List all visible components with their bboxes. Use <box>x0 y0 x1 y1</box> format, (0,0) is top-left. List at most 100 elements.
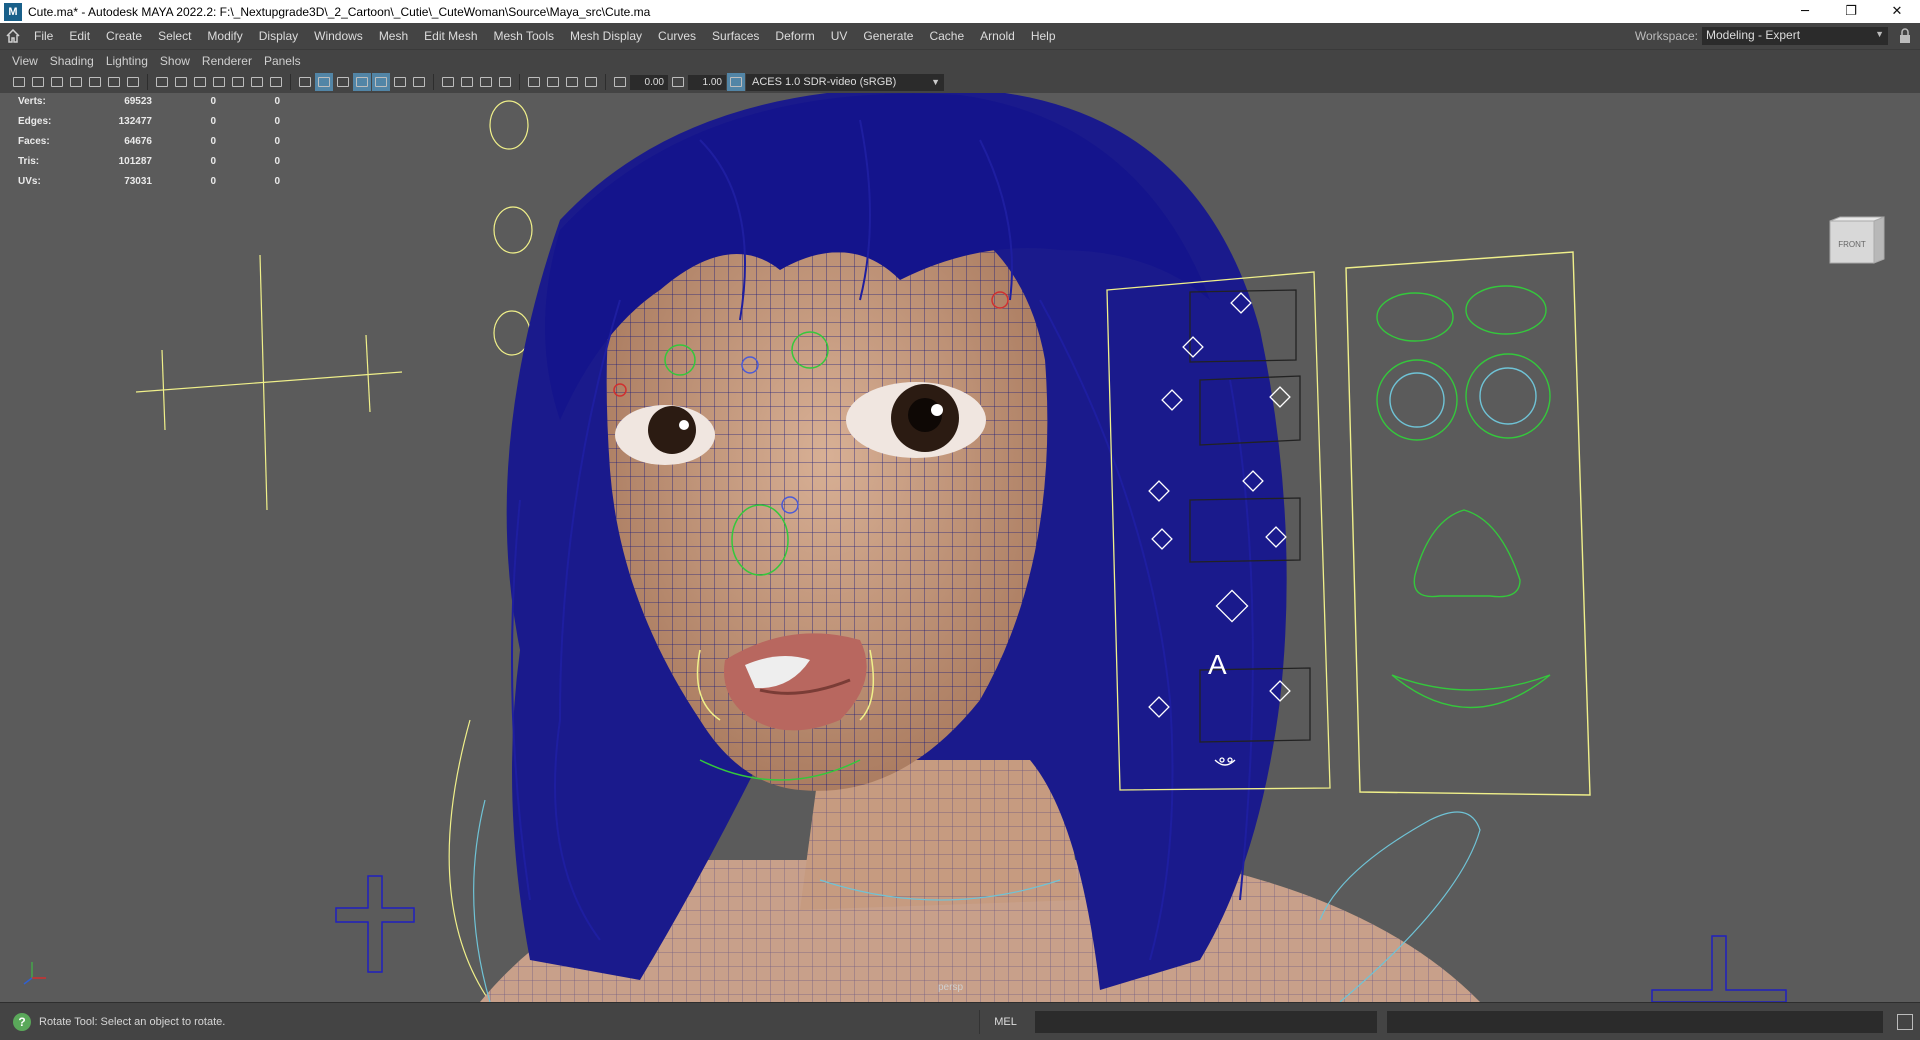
panel-menu-lighting[interactable]: Lighting <box>100 51 154 71</box>
anti-aliasing-icon[interactable] <box>477 73 495 91</box>
camera-name-label: persp <box>938 982 964 993</box>
script-editor-icon[interactable] <box>1897 1013 1913 1030</box>
viewport-scene: A <box>23 93 1787 1002</box>
help-icon: ? <box>13 1012 31 1031</box>
window-controls: ─ ❐ ✕ <box>1782 0 1920 23</box>
perspective-viewport[interactable]: A FRONT <box>0 93 1920 1002</box>
film-gate-icon[interactable] <box>172 73 190 91</box>
menu-surfaces[interactable]: Surfaces <box>704 23 767 50</box>
smooth-shade-icon[interactable] <box>315 73 333 91</box>
2d-pan-zoom-icon[interactable] <box>124 73 142 91</box>
command-line-bar: ? Rotate Tool: Select an object to rotat… <box>0 1002 1920 1040</box>
gate-mask-icon[interactable] <box>210 73 228 91</box>
menu-generate[interactable]: Generate <box>855 23 921 50</box>
menu-modify[interactable]: Modify <box>199 23 250 50</box>
textured-icon[interactable] <box>372 73 390 91</box>
image-plane-icon[interactable] <box>86 73 104 91</box>
menu-display[interactable]: Display <box>251 23 306 50</box>
mel-command-input[interactable] <box>1035 1010 1377 1033</box>
chevron-down-icon: ▼ <box>1875 29 1884 39</box>
gamma-field[interactable]: 1.00 <box>688 74 726 90</box>
lock-camera-icon[interactable] <box>29 73 47 91</box>
viewcube[interactable]: FRONT <box>1828 215 1886 265</box>
hud-row-edges: Edges: 132477 0 0 <box>18 116 280 127</box>
hud-row-faces: Faces: 64676 0 0 <box>18 136 280 147</box>
select-camera-icon[interactable] <box>10 73 28 91</box>
menu-create[interactable]: Create <box>98 23 150 50</box>
maya-logo-icon: M <box>4 2 22 21</box>
view-transform-dropdown[interactable]: ACES 1.0 SDR-video (sRGB) ▼ <box>746 73 944 91</box>
menu-mesh[interactable]: Mesh <box>371 23 416 50</box>
ambient-occlusion-icon[interactable] <box>439 73 457 91</box>
panel-menu-view[interactable]: View <box>6 51 44 71</box>
isolate-select-icon[interactable] <box>525 73 543 91</box>
workspace-label: Workspace: <box>1634 29 1698 43</box>
color-management-icon[interactable] <box>727 73 745 91</box>
grease-pencil-icon[interactable] <box>105 73 123 91</box>
maximize-button[interactable]: ❐ <box>1828 0 1874 23</box>
wireframe-on-shaded-icon[interactable] <box>353 73 371 91</box>
menu-help[interactable]: Help <box>1023 23 1064 50</box>
cross-control-left <box>335 875 415 973</box>
hud-row-tris: Tris: 101287 0 0 <box>18 156 280 167</box>
workspace-value: Modeling - Expert <box>1706 28 1801 42</box>
xray-active-icon[interactable] <box>563 73 581 91</box>
shadows-icon[interactable] <box>410 73 428 91</box>
cross-control-right <box>1651 935 1787 1002</box>
help-line-text: Rotate Tool: Select an object to rotate. <box>39 1015 226 1028</box>
control-curves-left <box>135 100 533 1002</box>
default-material-icon[interactable] <box>334 73 352 91</box>
hud-row-uvs: UVs: 73031 0 0 <box>18 176 280 187</box>
camera-attributes-icon[interactable] <box>48 73 66 91</box>
menu-edit-mesh[interactable]: Edit Mesh <box>416 23 485 50</box>
panel-menu-panels[interactable]: Panels <box>258 51 307 71</box>
panel-menubar: View Shading Lighting Show Renderer Pane… <box>0 51 1920 71</box>
grid-icon[interactable] <box>153 73 171 91</box>
main-menubar: File Edit Create Select Modify Display W… <box>0 23 1920 50</box>
field-chart-icon[interactable] <box>229 73 247 91</box>
script-language-toggle[interactable]: MEL <box>979 1009 1031 1034</box>
workspace-selector: Workspace: Modeling - Expert ▼ <box>1635 27 1920 45</box>
bookmarks-icon[interactable] <box>67 73 85 91</box>
menu-curves[interactable]: Curves <box>650 23 704 50</box>
xray-joints-icon[interactable] <box>582 73 600 91</box>
hud-row-verts: Verts: 69523 0 0 <box>18 96 280 107</box>
exposure-icon[interactable] <box>611 73 629 91</box>
chevron-down-icon: ▼ <box>931 76 940 87</box>
minimize-button[interactable]: ─ <box>1782 0 1828 23</box>
view-transform-value: ACES 1.0 SDR-video (sRGB) <box>752 75 897 88</box>
panel-menu-show[interactable]: Show <box>154 51 196 71</box>
safe-action-icon[interactable] <box>248 73 266 91</box>
menu-mesh-tools[interactable]: Mesh Tools <box>486 23 562 50</box>
poly-count-hud: Verts: 69523 0 0 Edges: 132477 0 0 Faces: 64676… <box>18 92 280 192</box>
panel-menu-renderer[interactable]: Renderer <box>196 51 258 71</box>
menu-windows[interactable]: Windows <box>306 23 371 50</box>
viewcube-front-label: FRONT <box>1838 240 1866 249</box>
axis-gizmo <box>23 962 46 985</box>
safe-title-icon[interactable] <box>267 73 285 91</box>
lock-icon[interactable] <box>1898 28 1912 44</box>
window-title: Cute.ma* - Autodesk MAYA 2022.2: F:\_Nex… <box>28 4 651 19</box>
menu-select[interactable]: Select <box>150 23 199 50</box>
exposure-field[interactable]: 0.00 <box>630 74 668 90</box>
xray-icon[interactable] <box>544 73 562 91</box>
panel-menu-shading[interactable]: Shading <box>44 51 100 71</box>
motion-blur-icon[interactable] <box>458 73 476 91</box>
use-all-lights-icon[interactable] <box>391 73 409 91</box>
workspace-dropdown[interactable]: Modeling - Expert ▼ <box>1702 27 1888 45</box>
gamma-icon[interactable] <box>669 73 687 91</box>
menu-arnold[interactable]: Arnold <box>972 23 1023 50</box>
menu-mesh-display[interactable]: Mesh Display <box>562 23 650 50</box>
wireframe-icon[interactable] <box>296 73 314 91</box>
menu-deform[interactable]: Deform <box>767 23 822 50</box>
menu-file[interactable]: File <box>26 23 61 50</box>
close-button[interactable]: ✕ <box>1874 0 1920 23</box>
viewport-toolbar: 0.00 1.00 ACES 1.0 SDR-video (sRGB) ▼ <box>0 71 1920 93</box>
menu-uv[interactable]: UV <box>823 23 856 50</box>
resolution-gate-icon[interactable] <box>191 73 209 91</box>
depth-of-field-icon[interactable] <box>496 73 514 91</box>
command-result-field <box>1387 1010 1883 1033</box>
menu-cache[interactable]: Cache <box>921 23 972 50</box>
home-icon[interactable] <box>0 23 26 50</box>
menu-edit[interactable]: Edit <box>61 23 98 50</box>
